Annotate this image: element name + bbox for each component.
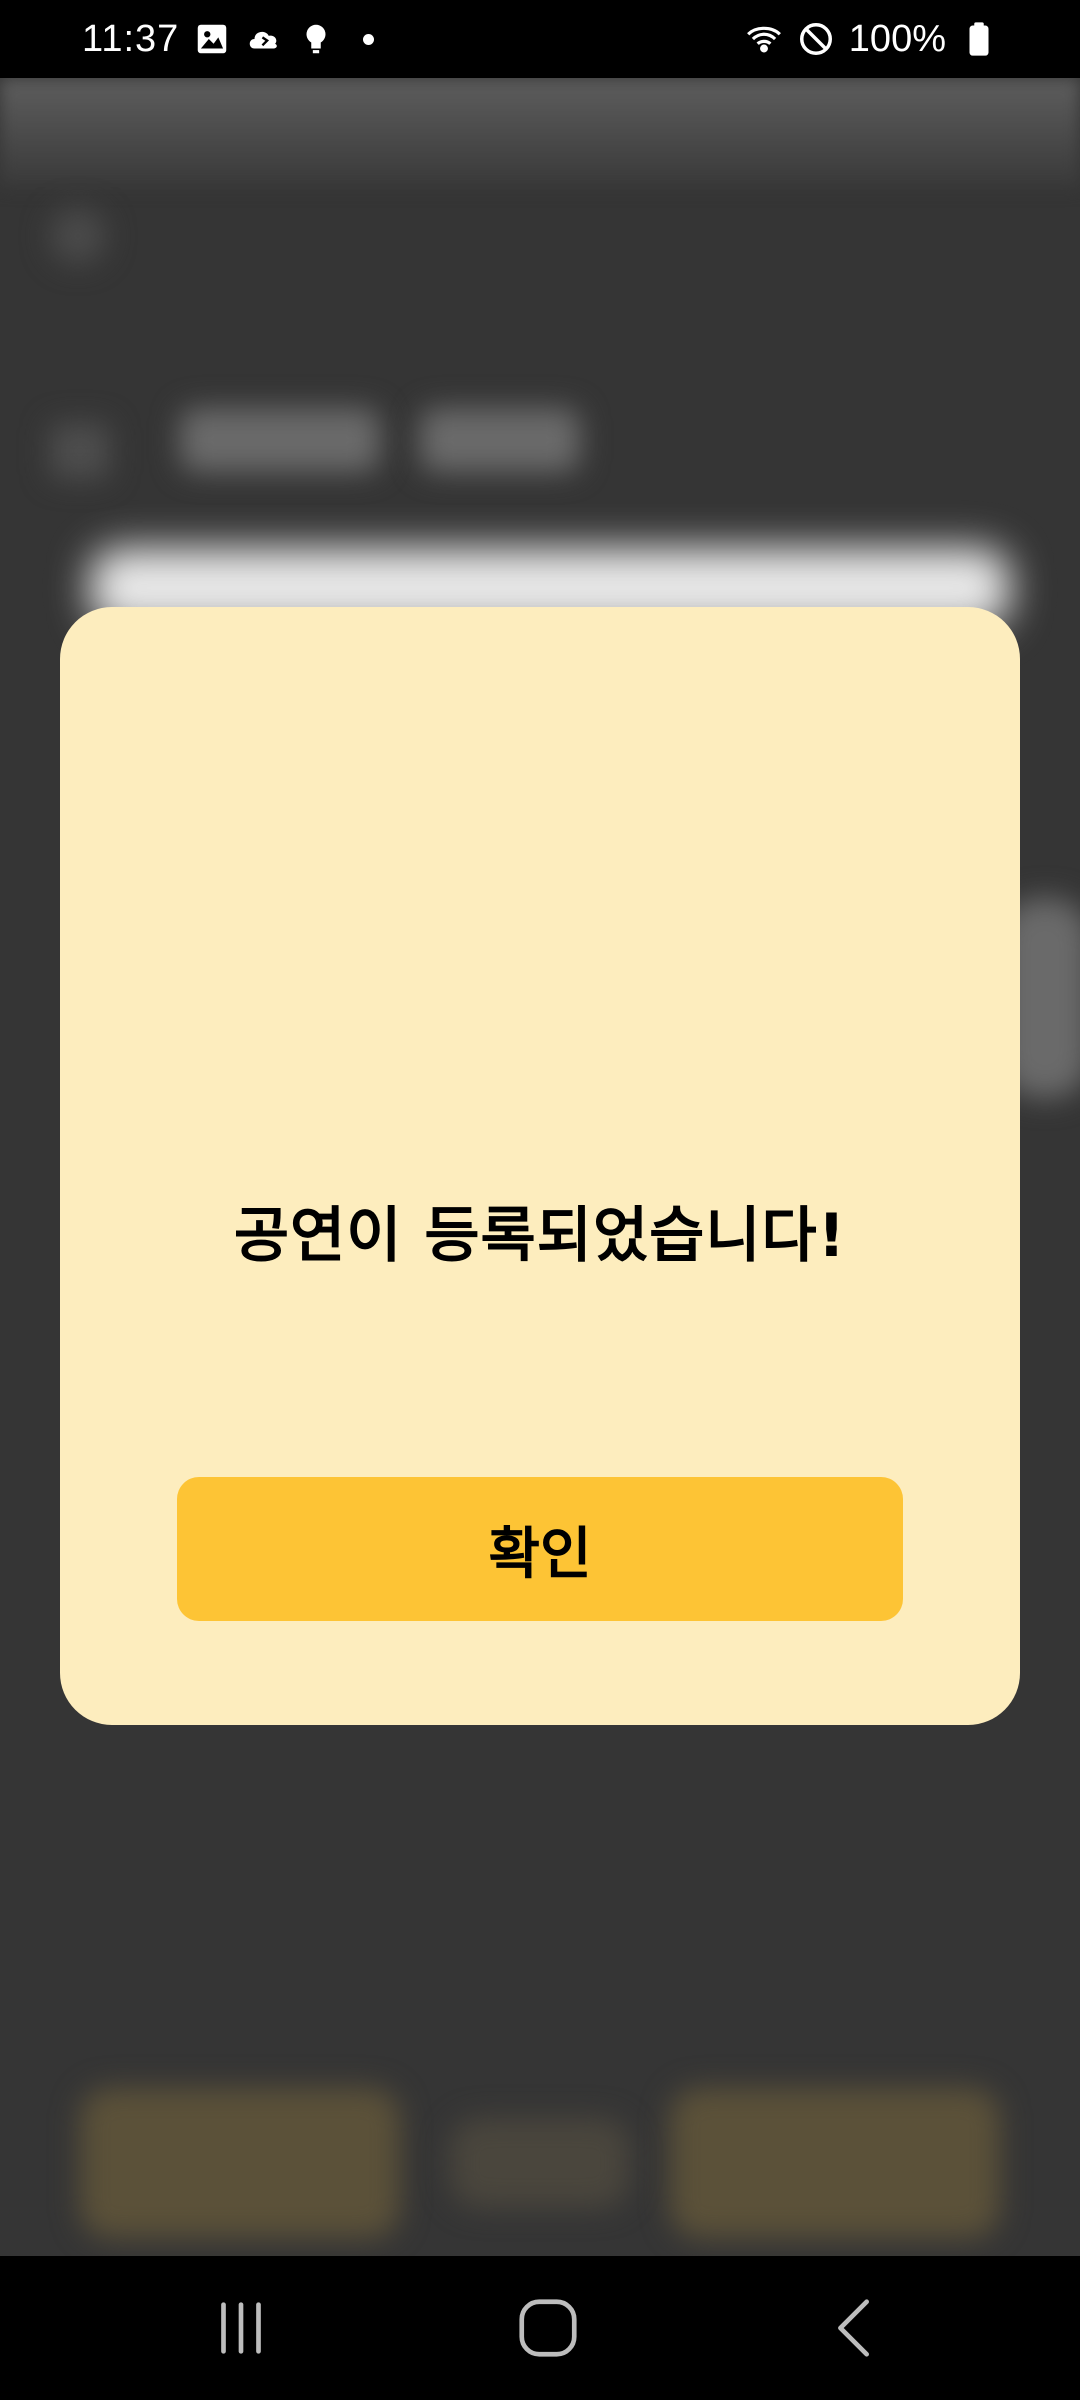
background-heading-text xyxy=(420,408,580,472)
bulb-icon xyxy=(297,20,335,58)
cloud-icon xyxy=(245,20,283,58)
status-bar: 11:37 100% xyxy=(0,0,1080,78)
background-heading-icon xyxy=(50,423,110,479)
background-back-icon xyxy=(50,208,106,264)
status-bar-right: 100% xyxy=(745,18,998,61)
gallery-icon xyxy=(193,20,231,58)
notification-dot-icon xyxy=(363,33,375,45)
dialog-message: 공연이 등록되었습니다! xyxy=(233,1201,847,1271)
do-not-disturb-icon xyxy=(797,20,835,58)
recent-apps-icon[interactable] xyxy=(206,2293,276,2363)
battery-icon xyxy=(960,20,998,58)
background-bottom-button xyxy=(80,2088,400,2238)
home-icon[interactable] xyxy=(513,2293,583,2363)
background-heading-text xyxy=(180,408,380,472)
status-bar-left: 11:37 xyxy=(82,17,375,61)
back-icon[interactable] xyxy=(820,2293,890,2363)
navigation-bar xyxy=(0,2256,1080,2400)
background-app-header xyxy=(0,78,1080,188)
screen: 11:37 100% 공연이 등록되었습니다! 확인 xyxy=(0,0,1080,2400)
confirm-button[interactable]: 확인 xyxy=(177,1477,903,1621)
wifi-icon xyxy=(745,20,783,58)
success-dialog: 공연이 등록되었습니다! 확인 xyxy=(60,607,1020,1725)
status-time: 11:37 xyxy=(82,17,180,60)
battery-percentage: 100% xyxy=(848,17,946,60)
background-bottom-button xyxy=(670,2088,1000,2238)
background-bottom-label xyxy=(450,2118,630,2208)
